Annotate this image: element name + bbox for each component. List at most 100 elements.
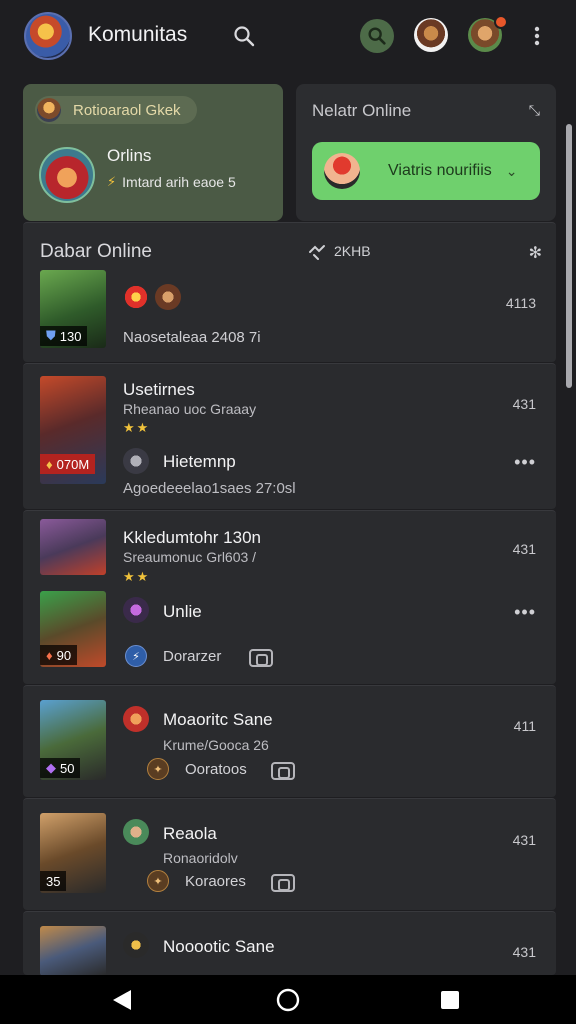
rank-icon: ✦ [147,870,169,892]
member-avatar [123,706,149,732]
explosion-icon [123,284,149,310]
recents-icon[interactable] [420,975,480,1024]
group-card[interactable]: ♦ 070M Usetirnes Rheanao uoc Graaay ★★ 43… [23,363,556,509]
group-count: 431 [512,396,536,412]
thumbnail-badge: ♦ 070M [40,454,96,474]
bolt-icon: ⚡ [107,174,117,189]
group-subtitle: Sreaumonuc Grl603 / [123,549,257,565]
discover-icon[interactable] [360,19,394,53]
featured-card[interactable]: Rotioaraol Gkek Orlins ⚡ Imtard arih eao… [23,84,283,221]
gem-icon: ◆ [46,760,56,775]
thumbnail-badge-value: 35 [46,873,61,889]
group-count: 431 [512,944,536,960]
scrollbar[interactable] [566,124,572,388]
featured-subtitle-text: Imtard arih eaoe 5 [122,174,236,190]
online-panel: Nelatr Online ⤡ Viatris nourifiis ⌄ [296,84,556,221]
flame-icon: ♦ [46,647,53,663]
thumbnail-badge-value: 50 [60,760,75,776]
group-tag: Ooratoos [185,761,247,778]
group-count: 431 [512,832,536,848]
thumbnail-badge: 35 [40,871,67,891]
member-avatar [123,932,149,958]
group-title: Moaoritc Sane [163,710,273,729]
group-detail: Agoedeeelao1saes 27:0sl [123,480,296,497]
chip-avatar [37,98,61,122]
home-icon[interactable] [258,975,318,1024]
rating-stars: ★★ [123,569,151,584]
button-avatar [324,153,360,189]
camera-icon[interactable] [271,762,295,780]
section-count: 2KHB [308,243,371,261]
group-subtitle: Rheanao uoc Graaay [123,401,257,417]
section-count-label: 2KHB [334,243,371,259]
featured-title: Orlins [107,146,152,165]
notifications-button-label: Viatris nourifiis [388,162,492,179]
search-icon[interactable] [228,20,260,52]
group-subtitle: Ronaoridolv [163,850,238,866]
back-icon[interactable] [92,975,152,1024]
more-horiz-icon[interactable]: ••• [514,452,536,473]
more-horiz-icon[interactable]: ••• [514,602,536,623]
game-thumbnail[interactable]: ◆ 50 [40,700,106,780]
group-count: 411 [513,718,536,734]
settings-icon[interactable]: ✻ [529,243,542,263]
group-subtitle: Krume/Gooca 26 [163,737,269,753]
member-avatar [123,819,149,845]
group-sub-title: Hietemnp [163,452,236,471]
thumbnail-badge-value: 130 [59,328,82,344]
featured-chip[interactable]: Rotioaraol Gkek [35,96,197,124]
handshake-icon [309,245,325,260]
game-thumbnail[interactable]: 35 [40,813,106,893]
group-title: Reaola [163,824,217,843]
bolt-icon: ⚡ [125,645,147,667]
expand-icon[interactable]: ⤡ [529,102,540,119]
page-title: Komunitas [88,23,188,46]
rank-icon: ✦ [147,758,169,780]
notification-badge [494,15,508,29]
game-thumbnail[interactable]: ♦ 90 [40,591,106,667]
chevron-down-icon: ⌄ [505,162,518,179]
camera-icon[interactable] [249,649,273,667]
game-thumbnail[interactable]: ♦ 070M [40,376,106,484]
top-app-bar: Komunitas [0,0,576,72]
online-panel-title: Nelatr Online [312,101,412,120]
group-card[interactable]: Nooootic Sane 431 [23,911,556,976]
notifications-button[interactable]: Viatris nourifiis ⌄ [312,142,540,200]
row-subtitle: Naosetaleaa 2408 7i [123,329,261,346]
online-section: Dabar Online 2KHB ✻ ⛊ 130 Naosetaleaa 240… [23,222,556,362]
section-title: Dabar Online [40,241,152,262]
thumbnail-badge: ◆ 50 [40,758,81,778]
member-avatar [123,448,149,474]
group-title: Kkledumtohr 130n [123,528,261,547]
chip-label: Rotioaraol Gkek [73,101,181,119]
friend-avatar[interactable] [414,18,448,52]
group-tag: Koraores [185,873,246,890]
group-tag: Dorarzer [163,648,222,665]
rating-stars: ★★ [123,420,151,435]
member-avatar [123,597,149,623]
group-card[interactable]: Kkledumtohr 130n Sreaumonuc Grl603 / ★★ … [23,510,556,684]
system-nav-bar [0,975,576,1024]
game-thumbnail[interactable] [40,926,106,976]
camera-icon[interactable] [271,874,295,892]
member-avatar [155,284,181,310]
group-sub-title: Unlie [163,602,202,621]
more-vert-icon[interactable] [522,20,552,52]
game-thumbnail[interactable] [40,519,106,575]
shield-icon: ⛊ [46,328,56,343]
thumbnail-badge-value: 070M [56,456,90,472]
thumbnail-badge-value: 90 [56,647,72,663]
group-title: Usetirnes [123,380,195,399]
group-count: 431 [512,541,536,557]
thumbnail-badge: ♦ 90 [40,645,78,665]
group-card[interactable]: ◆ 50 Moaoritc Sane Krume/Gooca 26 411 ✦ O… [23,685,556,797]
thumbnail-badge: ⛊ 130 [40,326,88,346]
row-count: 4113 [505,295,536,311]
featured-avatar [39,147,95,203]
group-title: Nooootic Sane [163,937,275,956]
app-logo[interactable] [24,12,72,60]
featured-subtitle: ⚡ Imtard arih eaoe 5 [107,174,236,190]
group-card[interactable]: 35 Reaola Ronaoridolv 431 ✦ Koraores [23,798,556,910]
flame-icon: ♦ [46,456,53,472]
game-thumbnail[interactable]: ⛊ 130 [40,270,106,348]
